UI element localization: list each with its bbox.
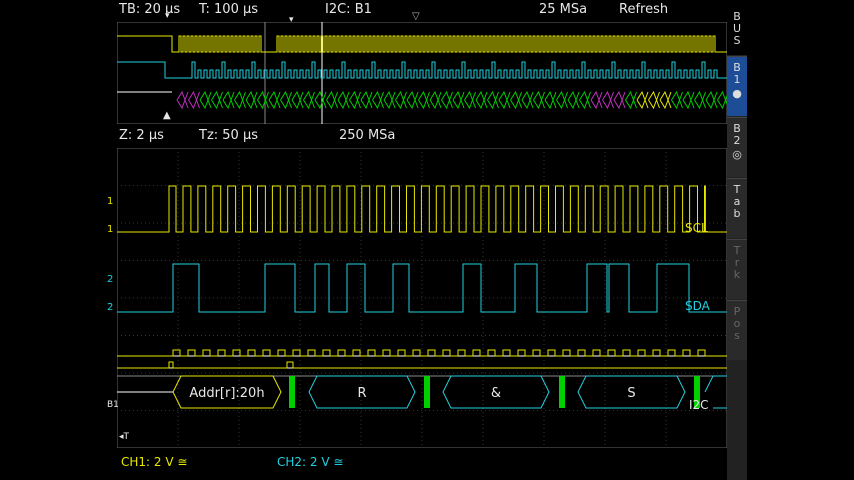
bus-b1-button[interactable]: B1 ● (727, 56, 747, 116)
track-button[interactable]: Trk (727, 239, 747, 299)
sample-rate-readout: 25 MSa (539, 2, 588, 17)
decode-frame-label: Addr[r]:20h (189, 386, 264, 401)
position-text: Pos (733, 305, 741, 342)
trigger-marker[interactable]: ◂T (119, 432, 129, 442)
trigger-position-icon: ▾ (165, 11, 170, 21)
ack-marker (289, 376, 295, 408)
bus-label[interactable]: I2C: B1 (325, 2, 372, 17)
zoom-sample-rate: 250 MSa (339, 128, 396, 143)
ch2-status[interactable]: CH2: 2 V ≅ (277, 455, 343, 469)
ch1-status[interactable]: CH1: 2 V ≅ (121, 455, 187, 469)
decode-frame-label: S (627, 386, 635, 401)
zoom-waveform[interactable]: Addr[r]:20h R & S (117, 148, 727, 448)
zoom-time-readout[interactable]: Tz: 50 µs (199, 128, 258, 143)
overview-waveform[interactable] (117, 22, 727, 124)
ch2-label: SDA (685, 299, 710, 313)
ack-marker (559, 376, 565, 408)
oscilloscope-screen: TB: 20 µs T: 100 µs I2C: B1 25 MSa Refre… (107, 0, 747, 480)
trigger-time-readout[interactable]: T: 100 µs (199, 2, 258, 17)
decode-frame-label: & (491, 386, 501, 401)
unselected-radio-icon: ◎ (732, 148, 742, 161)
track-text: Trk (733, 244, 741, 281)
bus-b1-text: B1 (733, 61, 741, 86)
table-button[interactable]: Tab (727, 178, 747, 238)
ack-marker (424, 376, 430, 408)
table-text: Tab (733, 183, 741, 220)
center-marker-icon: ▽ (412, 11, 420, 22)
bus-name-label: I2C (689, 398, 709, 412)
position-button[interactable]: Pos (727, 300, 747, 360)
acquisition-mode[interactable]: Refresh (619, 2, 668, 17)
ch1-ref-marker[interactable]: 1 (107, 224, 113, 235)
bus-title: BUS (732, 10, 742, 47)
decode-frame-label: R (357, 386, 366, 401)
zoom-scale-readout[interactable]: Z: 2 µs (119, 128, 164, 143)
bus-menu-label: BUS (727, 0, 747, 55)
ch1-label: SCL (685, 221, 708, 235)
overview-trigger-icon: ▲ (163, 110, 171, 121)
timebase-readout[interactable]: TB: 20 µs (119, 2, 180, 17)
bus-marker[interactable]: B1 (107, 400, 119, 410)
ch2-ref-marker[interactable]: 2 (107, 302, 113, 313)
ch2-offset-marker[interactable]: 2 (107, 274, 113, 285)
ch1-offset-marker[interactable]: 1 (107, 196, 113, 207)
selected-radio-icon: ● (732, 87, 742, 100)
bus-b2-button[interactable]: B2 ◎ (727, 117, 747, 177)
trigger-marker-label: T (123, 432, 130, 442)
zoom-position-icon: ▾ (289, 15, 294, 25)
bus-b2-text: B2 (733, 122, 741, 147)
